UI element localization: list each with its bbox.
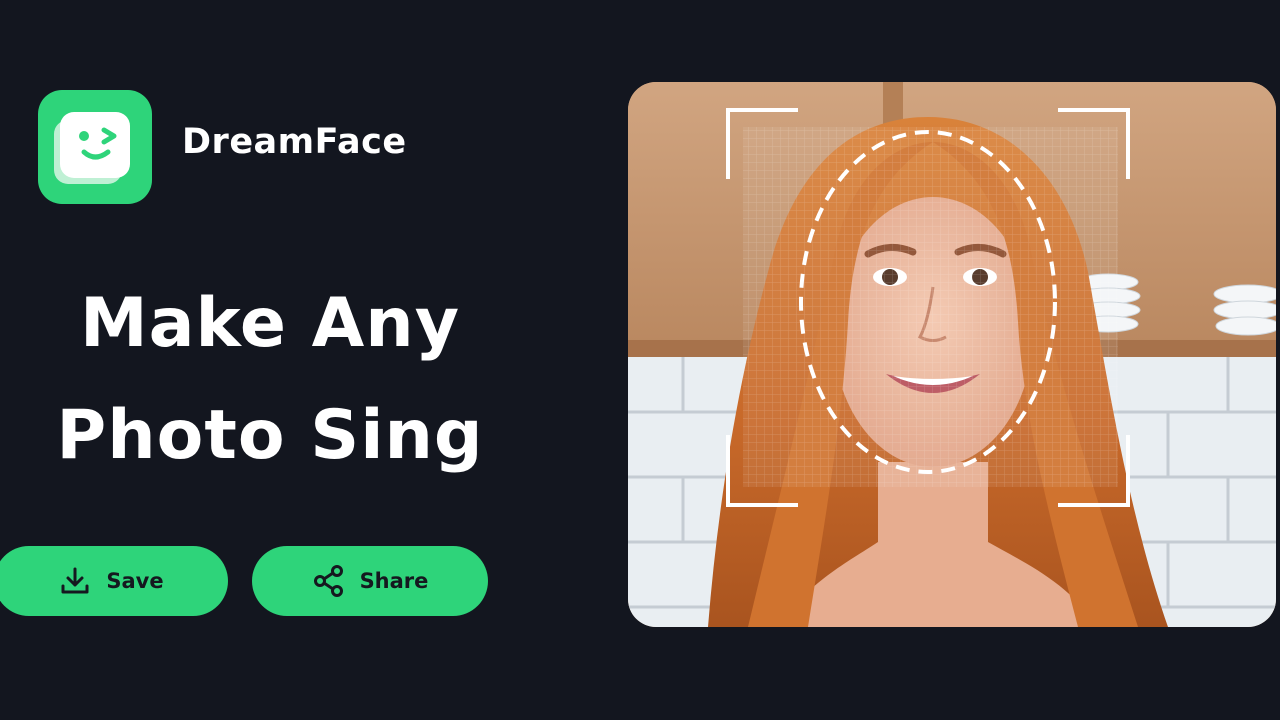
download-icon — [61, 567, 89, 594]
brand-name: DreamFace — [182, 122, 407, 162]
headline-line-1: Make Any — [79, 284, 461, 363]
headline-line-2: Photo Sing — [56, 396, 484, 475]
app-logo — [38, 90, 152, 204]
share-icon — [313, 565, 343, 597]
save-button[interactable]: Save — [0, 546, 228, 616]
headline: Make Any Photo Sing — [10, 268, 530, 492]
winking-face-icon — [54, 112, 130, 184]
share-button[interactable]: Share — [252, 546, 488, 616]
portrait-image — [628, 82, 1276, 627]
photo-preview — [628, 82, 1276, 627]
save-label: Save — [106, 569, 164, 593]
share-label: Share — [359, 569, 429, 593]
